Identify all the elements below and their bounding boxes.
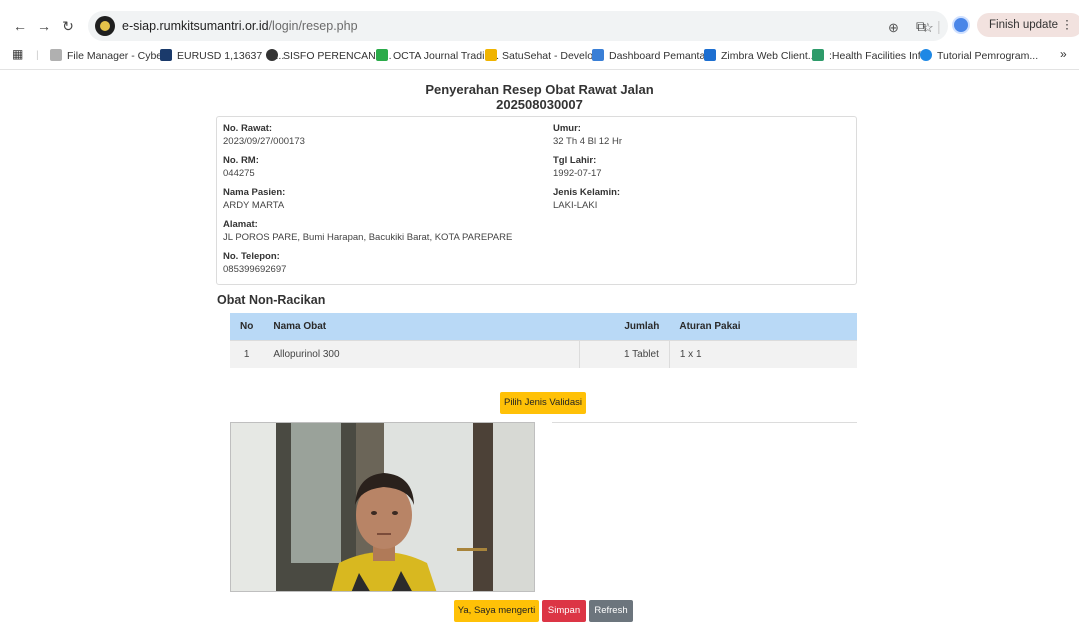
nama-pasien-label: Nama Pasien: (223, 187, 286, 198)
bookmark-favicon-icon (920, 49, 932, 61)
bookmark-item[interactable]: Tutorial Pemrogram... (920, 49, 1038, 62)
browser-chrome: ← → ↻ e-siap.rumkitsumantri.or.id/login/… (0, 0, 1079, 70)
patient-info-card: No. Rawat: 2023/09/27/000173 No. RM: 044… (216, 116, 857, 285)
table-header-row: No Nama Obat Jumlah Aturan Pakai (230, 313, 857, 340)
pilih-jenis-validasi-button[interactable]: Pilih Jenis Validasi (500, 392, 586, 414)
tgl-lahir-value: 1992-07-17 (553, 168, 602, 179)
forward-icon[interactable]: → (36, 18, 52, 34)
bookmark-item[interactable]: Zimbra Web Client... (704, 49, 817, 62)
site-info-icon[interactable] (95, 16, 115, 36)
tgl-lahir-field: Tgl Lahir: 1992-07-17 (553, 155, 602, 180)
bookmark-item[interactable]: SatuSehat - Develo... (485, 49, 602, 62)
bookmark-favicon-icon (704, 49, 716, 61)
telepon-label: No. Telepon: (223, 251, 280, 262)
table-row: 1 Allopurinol 300 1 Tablet 1 x 1 (230, 339, 857, 368)
camera-preview (230, 422, 535, 592)
bookmark-label: :Health Facilities Inf... (829, 50, 930, 62)
webcam-frame-image (231, 423, 534, 591)
tgl-lahir-label: Tgl Lahir: (553, 155, 597, 166)
bookmark-favicon-icon (160, 49, 172, 61)
finish-update-button[interactable]: Finish update ⋮ (977, 13, 1079, 37)
bookmark-item[interactable]: OCTA Journal Tradin... (376, 49, 499, 62)
browser-toolbar: ← → ↻ e-siap.rumkitsumantri.or.id/login/… (0, 8, 1079, 44)
reload-icon[interactable]: ↻ (60, 18, 76, 34)
no-rm-value: 044275 (223, 168, 255, 179)
refresh-button[interactable]: Refresh (589, 600, 633, 622)
alamat-label: Alamat: (223, 219, 258, 230)
extensions-icon[interactable]: ⧉ (916, 18, 926, 35)
cell-aturan-pakai: 1 x 1 (669, 339, 857, 368)
obat-section-title: Obat Non-Racikan (217, 293, 326, 307)
bookmark-item[interactable]: SISFO PERENCANA... (266, 49, 392, 62)
header-aturan-pakai: Aturan Pakai (669, 313, 857, 340)
header-jumlah: Jumlah (579, 313, 670, 340)
bookmark-favicon-icon (592, 49, 604, 61)
bookmark-label: OCTA Journal Tradin... (393, 50, 500, 62)
alamat-field: Alamat: JL POROS PARE, Bumi Harapan, Bac… (223, 219, 512, 244)
cell-jumlah: 1 Tablet (579, 339, 670, 368)
obat-table: No Nama Obat Jumlah Aturan Pakai 1 Allop… (230, 313, 857, 368)
no-rawat-value: 2023/09/27/000173 (223, 136, 305, 147)
bookmark-favicon-icon (376, 49, 388, 61)
nama-pasien-value: ARDY MARTA (223, 200, 285, 211)
jenis-kelamin-field: Jenis Kelamin: LAKI-LAKI (553, 187, 620, 212)
nama-pasien-field: Nama Pasien: ARDY MARTA (223, 187, 285, 212)
bookmarks-bar: ▦ | File Manager - Cybe... EURUSD 1,1363… (0, 46, 1079, 68)
url-path: /login/resep.php (268, 19, 358, 33)
jenis-kelamin-value: LAKI-LAKI (553, 200, 598, 211)
bookmark-item[interactable]: :Health Facilities Inf... (812, 49, 929, 62)
cell-nama-obat: Allopurinol 300 (263, 339, 580, 368)
header-nama-obat: Nama Obat (263, 313, 580, 340)
bookmark-favicon-icon (50, 49, 62, 61)
bookmark-label: Zimbra Web Client... (721, 50, 817, 62)
divider-line (552, 422, 857, 423)
profile-avatar-icon[interactable] (952, 16, 970, 34)
zoom-icon[interactable]: ⊕ (888, 20, 899, 36)
ya-saya-mengerti-button[interactable]: Ya, Saya mengerti (454, 600, 539, 622)
bookmark-favicon-icon (485, 49, 497, 61)
cell-no: 1 (230, 339, 264, 368)
bookmark-label: Dashboard Pemanta... (609, 50, 715, 62)
bookmark-label: File Manager - Cybe... (67, 50, 171, 62)
umur-label: Umur: (553, 123, 581, 134)
umur-value: 32 Th 4 Bl 12 Hr (553, 136, 623, 147)
jenis-kelamin-label: Jenis Kelamin: (553, 187, 621, 198)
telepon-field: No. Telepon: 085399692697 (223, 251, 286, 276)
prescription-code: 202508030007 (496, 97, 583, 112)
bookmarks-divider: | (36, 49, 39, 61)
header-no: No (230, 313, 264, 340)
finish-update-label: Finish update (989, 19, 1059, 31)
toolbar-divider: | (937, 18, 941, 34)
apps-grid-icon[interactable]: ▦ (12, 47, 23, 61)
no-rawat-field: No. Rawat: 2023/09/27/000173 (223, 123, 305, 148)
url-domain: e-siap.rumkitsumantri.or.id (122, 19, 269, 33)
bookmark-item[interactable]: Dashboard Pemanta... (592, 49, 714, 62)
bookmark-favicon-icon (812, 49, 824, 61)
no-rawat-label: No. Rawat: (223, 123, 273, 134)
bookmark-favicon-icon (266, 49, 278, 61)
alamat-value: JL POROS PARE, Bumi Harapan, Bacukiki Ba… (223, 232, 513, 243)
bookmark-item[interactable]: File Manager - Cybe... (50, 49, 171, 62)
more-bookmarks-icon[interactable]: » (1060, 47, 1067, 61)
telepon-value: 085399692697 (223, 264, 287, 275)
umur-field: Umur: 32 Th 4 Bl 12 Hr (553, 123, 622, 148)
back-icon[interactable]: ← (12, 18, 28, 34)
no-rm-field: No. RM: 044275 (223, 155, 259, 180)
url-text[interactable]: e-siap.rumkitsumantri.or.id/login/resep.… (122, 19, 358, 33)
address-bar[interactable]: e-siap.rumkitsumantri.or.id/login/resep.… (88, 11, 948, 41)
bookmark-label: SatuSehat - Develo... (502, 50, 602, 62)
simpan-button[interactable]: Simpan (542, 600, 586, 622)
page-title: Penyerahan Resep Obat Rawat Jalan (425, 82, 654, 97)
no-rm-label: No. RM: (223, 155, 259, 166)
bookmark-label: Tutorial Pemrogram... (937, 50, 1039, 62)
